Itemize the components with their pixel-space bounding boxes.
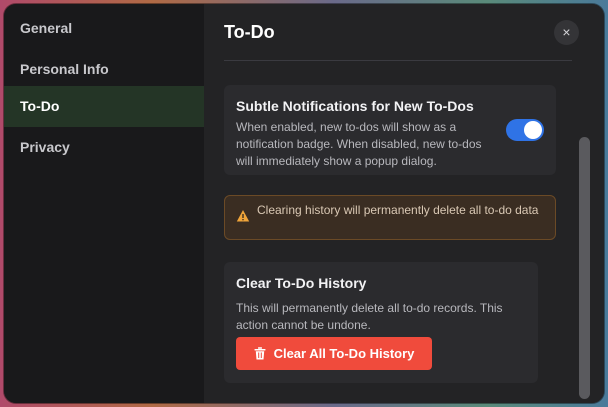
sidebar-item-personal-info[interactable]: Personal Info (4, 49, 204, 90)
close-button[interactable]: × (554, 20, 579, 45)
sidebar: General Personal Info To-Do Privacy (4, 4, 204, 403)
clear-history-description: This will permanently delete all to-do r… (236, 301, 503, 332)
warning-text: Clearing history will permanently delete… (257, 203, 539, 217)
sidebar-item-privacy[interactable]: Privacy (4, 127, 204, 168)
scrollbar-thumb[interactable] (579, 137, 590, 399)
sidebar-item-to-do[interactable]: To-Do (4, 86, 204, 127)
clear-all-history-button[interactable]: Clear All To-Do History (236, 337, 432, 370)
toggle-knob (524, 121, 542, 139)
clear-history-title: Clear To-Do History (236, 275, 367, 291)
clear-all-history-label: Clear All To-Do History (273, 346, 415, 361)
notifications-toggle[interactable] (506, 119, 544, 141)
settings-window: General Personal Info To-Do Privacy To-D… (4, 4, 604, 403)
trash-icon (254, 347, 266, 360)
warning-icon (236, 210, 250, 222)
notifications-setting-card: Subtle Notifications for New To-Dos When… (224, 85, 556, 175)
notifications-setting-title: Subtle Notifications for New To-Dos (236, 98, 474, 114)
sidebar-item-general[interactable]: General (4, 8, 204, 49)
clear-history-card: Clear To-Do History This will permanentl… (224, 262, 538, 383)
notifications-setting-description: When enabled, new to-dos will show as a … (236, 120, 482, 168)
close-icon: × (562, 24, 571, 40)
main-panel: To-Do × Subtle Notifications for New To-… (204, 4, 604, 403)
page-title: To-Do (224, 22, 275, 42)
divider (224, 60, 572, 61)
warning-banner: Clearing history will permanently delete… (224, 195, 556, 240)
